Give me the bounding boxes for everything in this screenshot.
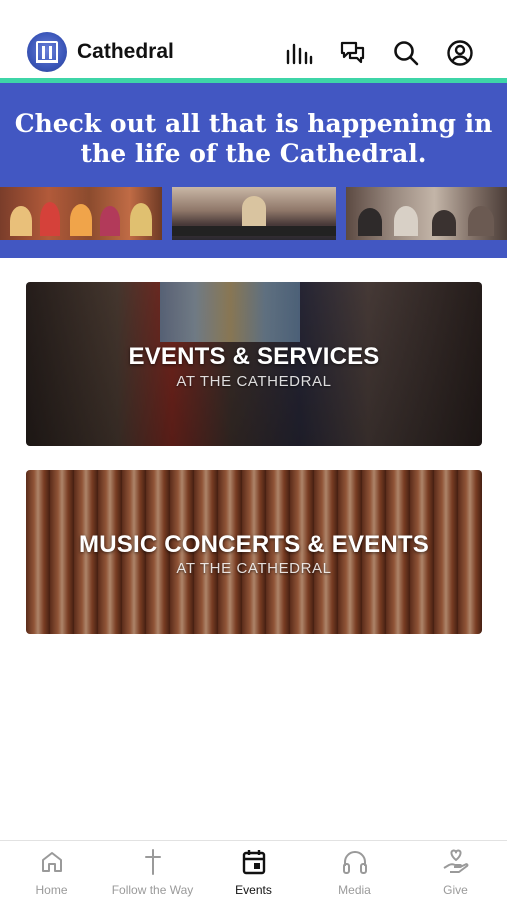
events-banner[interactable]: Check out all that is happening in the l…: [0, 83, 507, 258]
events-services-card[interactable]: EVENTS & SERVICES AT THE CATHEDRAL: [26, 282, 482, 446]
card-title: EVENTS & SERVICES: [128, 343, 380, 370]
give-hand-icon: [405, 847, 506, 877]
tab-label: Home: [35, 883, 68, 897]
tab-events[interactable]: Events: [203, 847, 304, 897]
headphones-icon: [304, 847, 405, 877]
banner-headline: Check out all that is happening in the l…: [14, 109, 493, 168]
tab-label: Media: [338, 883, 371, 897]
calendar-icon: [203, 847, 304, 877]
chat-icon[interactable]: [338, 38, 368, 68]
sanctuary-photo: [172, 187, 336, 240]
card-title: MUSIC CONCERTS & EVENTS: [79, 531, 429, 558]
tab-follow-the-way[interactable]: Follow the Way: [102, 847, 203, 897]
tab-label: Follow the Way: [111, 883, 194, 897]
card-subtitle: AT THE CATHEDRAL: [176, 373, 332, 390]
audio-bars-icon[interactable]: [284, 38, 314, 68]
logo-icon[interactable]: [27, 32, 67, 72]
account-icon[interactable]: [445, 38, 475, 68]
bottom-tab-bar: Home Follow the Way Events Media Give: [0, 840, 507, 900]
search-icon[interactable]: [391, 38, 421, 68]
music-concerts-card[interactable]: MUSIC CONCERTS & EVENTS AT THE CATHEDRAL: [26, 470, 482, 634]
tab-label: Events: [235, 883, 272, 897]
cross-icon: [102, 847, 203, 877]
card-subtitle: AT THE CATHEDRAL: [176, 560, 332, 577]
tab-label: Give: [443, 883, 468, 897]
app-header: Cathedral: [0, 0, 507, 80]
tab-media[interactable]: Media: [304, 847, 405, 897]
congregation-photo: [346, 187, 507, 240]
home-icon: [1, 847, 102, 877]
drummers-photo: [0, 187, 162, 240]
tab-give[interactable]: Give: [405, 847, 506, 897]
tab-home[interactable]: Home: [1, 847, 102, 897]
app-title: Cathedral: [77, 40, 174, 63]
